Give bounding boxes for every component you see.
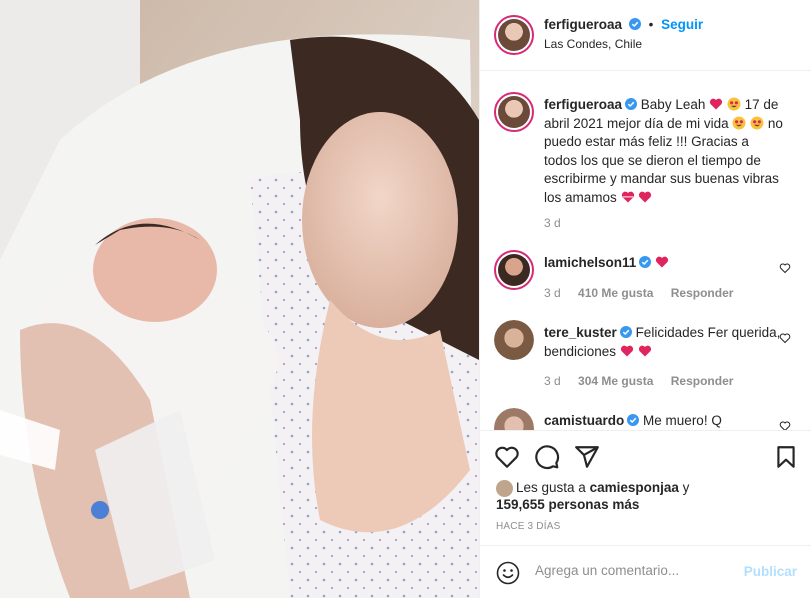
caption-username[interactable]: ferfigueroaa: [544, 97, 622, 112]
liker-avatar[interactable]: [496, 480, 513, 497]
author-username[interactable]: ferfigueroaa: [544, 17, 622, 32]
post-timestamp[interactable]: HACE 3 DÍAS: [496, 521, 560, 532]
caption-age[interactable]: 3 d: [544, 216, 561, 230]
like-comment-heart-icon[interactable]: [779, 262, 791, 274]
red-heart-emoji-icon: [639, 191, 652, 202]
post-photo[interactable]: [0, 0, 479, 598]
verified-badge-icon: [639, 256, 652, 268]
comment-likes[interactable]: 304 Me gusta: [578, 374, 653, 388]
verified-badge-icon: [619, 326, 632, 338]
comment-age[interactable]: 3 d: [544, 374, 561, 388]
comment-meta: 3 d 304 Me gusta Responder: [544, 374, 747, 388]
caption-part-1: Baby Leah: [640, 97, 706, 112]
comment-username[interactable]: lamichelson11: [544, 255, 636, 270]
caption-text: ferfigueroaa Baby Leah 17 de abril 2021 …: [544, 96, 784, 207]
follow-button[interactable]: Seguir: [661, 17, 703, 32]
post-actions: Les gusta a camiesponjaa y 159,655 perso…: [480, 430, 811, 598]
verified-badge-icon: [628, 18, 641, 30]
comment-username[interactable]: camistuardo: [544, 413, 624, 428]
red-heart-emoji-icon: [638, 345, 651, 356]
speech-bubble-icon[interactable]: [534, 444, 560, 470]
comment-item: camistuardo Me muero! Q: [494, 408, 799, 430]
publish-button[interactable]: Publicar: [744, 564, 797, 579]
caption: ferfigueroaa Baby Leah 17 de abril 2021 …: [494, 92, 799, 232]
star-struck-emoji-icon: [727, 97, 741, 111]
comment-text: lamichelson11: [544, 254, 784, 273]
comment-text: camistuardo Me muero! Q: [544, 412, 784, 430]
bookmark-icon[interactable]: [773, 444, 799, 470]
post-location[interactable]: Las Condes, Chile: [544, 37, 642, 51]
post-photo-image: [0, 0, 479, 598]
author-avatar[interactable]: [494, 15, 534, 55]
reply-button[interactable]: Responder: [671, 286, 734, 300]
comment-username[interactable]: tere_kuster: [544, 325, 617, 340]
comment-item: tere_kuster Felicidades Fer querida, ben…: [494, 320, 799, 390]
commenter-avatar[interactable]: [494, 408, 534, 430]
comment-likes[interactable]: 410 Me gusta: [578, 286, 653, 300]
caption-meta: 3 d: [544, 216, 575, 230]
verified-badge-icon: [625, 98, 638, 110]
likes-conjunction: y: [682, 480, 690, 495]
comment-item: lamichelson11 3 d 410 Me gusta Responder: [494, 250, 799, 310]
likes-line-1: Les gusta a camiesponjaa y: [516, 479, 689, 497]
likes-prefix: Les gusta a: [516, 480, 586, 495]
like-comment-heart-icon[interactable]: [779, 332, 791, 344]
heart-outline-icon[interactable]: [494, 444, 520, 470]
caption-avatar[interactable]: [494, 92, 534, 132]
liker-username[interactable]: camiesponjaa: [590, 480, 679, 495]
star-struck-emoji-icon: [732, 116, 746, 129]
smiley-icon[interactable]: [496, 561, 520, 585]
comment-input[interactable]: [535, 563, 735, 578]
comment-text: tere_kuster Felicidades Fer querida, ben…: [544, 324, 784, 361]
paper-plane-icon[interactable]: [574, 444, 600, 470]
red-heart-emoji-icon: [710, 98, 723, 110]
separator-dot: •: [648, 17, 654, 32]
add-comment-bar: Publicar: [480, 545, 811, 599]
commenter-avatar[interactable]: [494, 320, 534, 360]
red-heart-emoji-icon: [655, 256, 669, 268]
red-heart-emoji-icon: [620, 345, 633, 356]
author-line: ferfigueroaa • Seguir: [544, 17, 703, 32]
like-comment-heart-icon[interactable]: [779, 420, 791, 430]
comment-body: Me muero! Q: [643, 413, 722, 428]
likes-count[interactable]: 159,655 personas más: [496, 496, 639, 514]
verified-badge-icon: [627, 414, 640, 426]
reply-button[interactable]: Responder: [671, 374, 734, 388]
heart-with-ribbon-emoji-icon: [621, 191, 634, 202]
star-struck-emoji-icon: [750, 116, 764, 129]
comment-meta: 3 d 410 Me gusta Responder: [544, 286, 747, 300]
post-header: ferfigueroaa • Seguir Las Condes, Chile: [480, 0, 811, 71]
comment-age[interactable]: 3 d: [544, 286, 561, 300]
commenter-avatar[interactable]: [494, 250, 534, 290]
post-details-panel: ferfigueroaa • Seguir Las Condes, Chile …: [479, 0, 811, 598]
comments-list[interactable]: ferfigueroaa Baby Leah 17 de abril 2021 …: [480, 72, 811, 430]
